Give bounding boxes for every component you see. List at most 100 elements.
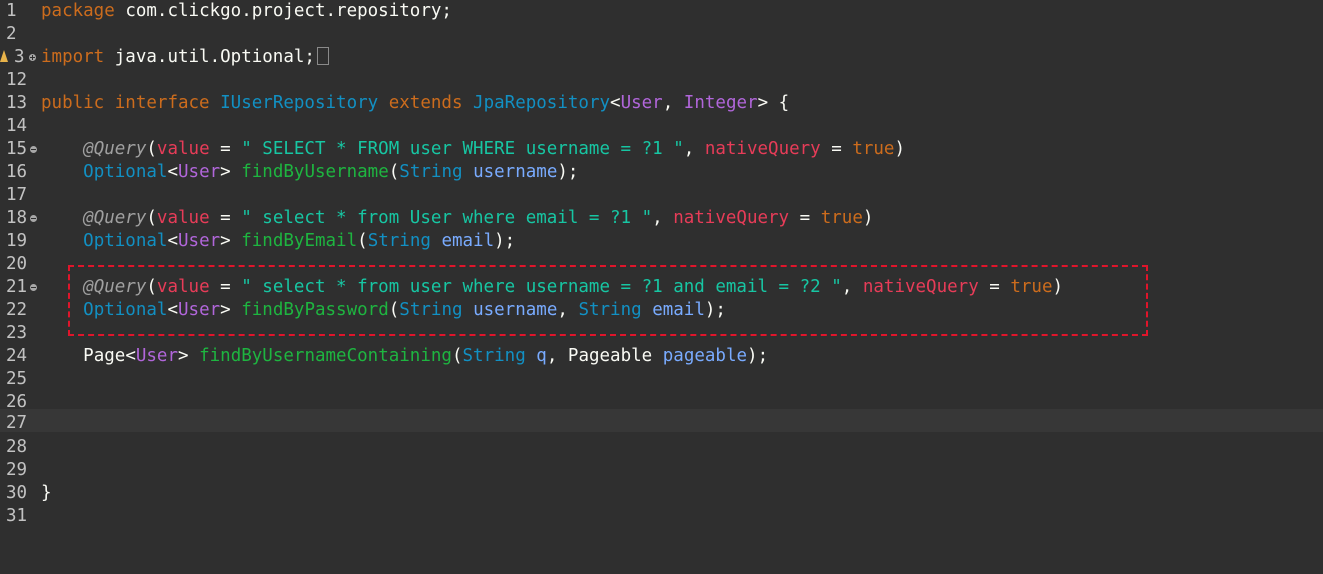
code-line-17[interactable]: 17 [0, 184, 1323, 207]
boolean-literal: true [820, 208, 863, 228]
line-number: 18 [6, 208, 28, 228]
line-number: 14 [6, 116, 28, 136]
code-line-26[interactable]: 26 [0, 391, 1323, 414]
code-line-29[interactable]: 29 [0, 459, 1323, 482]
annotation-attribute: value [156, 139, 210, 159]
gutter[interactable]: 22 [0, 299, 40, 322]
line-number: 31 [6, 506, 28, 526]
string-literal: " select * from User where email = ?1 " [241, 208, 653, 228]
gutter[interactable]: 18 [0, 207, 40, 230]
keyword: public [41, 93, 105, 113]
param-name: username [473, 162, 558, 182]
gutter[interactable]: 12 [0, 69, 40, 92]
closing-brace: } [41, 483, 52, 503]
highlight-annotation-box [68, 265, 1148, 336]
gutter[interactable]: 15 [0, 138, 40, 161]
keyword: extends [388, 93, 463, 113]
line-number: 15 [6, 139, 28, 159]
gutter[interactable]: 27 [0, 412, 40, 435]
gutter[interactable]: 31 [0, 505, 40, 528]
gutter[interactable]: 19 [0, 230, 40, 253]
code-line-19[interactable]: 19 Optional<User> findByEmail(String ema… [0, 230, 1323, 253]
gutter[interactable]: 26 [0, 391, 40, 414]
type-name: Optional [83, 162, 168, 182]
line-number: 24 [6, 346, 28, 366]
code-line-18[interactable]: 18 @Query(value = " select * from User w… [0, 207, 1323, 230]
annotation-attribute: nativeQuery [704, 139, 821, 159]
gutter[interactable]: 20 [0, 253, 40, 276]
line-number: 23 [6, 323, 28, 343]
line-number: 25 [6, 369, 28, 389]
keyword: import [41, 47, 105, 67]
gutter[interactable]: 3 [0, 46, 40, 69]
type-name: Pageable [567, 346, 653, 366]
type-name: User [178, 231, 221, 251]
code-line-3[interactable]: 3 import java.util.Optional; [0, 46, 1323, 69]
line-number: 22 [6, 300, 28, 320]
keyword: interface [114, 93, 210, 113]
gutter[interactable]: 24 [0, 345, 40, 368]
line-number: 16 [6, 162, 28, 182]
boolean-literal: true [852, 139, 895, 159]
code-line-1[interactable]: 1 package com.clickgo.project.repository… [0, 0, 1323, 23]
collapse-fold-icon[interactable] [30, 284, 37, 291]
line-number: 20 [6, 254, 28, 274]
annotation: @Query [83, 139, 147, 159]
line-number: 26 [6, 392, 28, 412]
collapse-fold-icon[interactable] [30, 146, 37, 153]
gutter[interactable]: 17 [0, 184, 40, 207]
code-line-12[interactable]: 12 [0, 69, 1323, 92]
method-name: findByUsername [241, 162, 389, 182]
line-number: 13 [6, 93, 28, 113]
line-number: 2 [6, 24, 17, 44]
gutter[interactable]: 16 [0, 161, 40, 184]
gutter[interactable]: 29 [0, 459, 40, 482]
annotation-attribute: nativeQuery [673, 208, 790, 228]
expand-fold-icon[interactable] [29, 54, 36, 61]
type-name: String [367, 231, 431, 251]
warning-icon[interactable] [0, 50, 8, 62]
line-number: 30 [6, 483, 28, 503]
collapse-fold-icon[interactable] [30, 215, 37, 222]
code-line-27[interactable]: 27 [0, 412, 1323, 435]
string-literal: " SELECT * FROM user WHERE username = ?1… [241, 139, 684, 159]
code-line-13[interactable]: 13 public interface IUserRepository exte… [0, 92, 1323, 115]
code-line-31[interactable]: 31 [0, 505, 1323, 528]
code-line-28[interactable]: 28 [0, 436, 1323, 459]
line-number: 27 [6, 413, 28, 433]
punct: ; [441, 1, 452, 21]
gutter[interactable]: 13 [0, 92, 40, 115]
keyword: package [41, 1, 115, 21]
gutter[interactable]: 2 [0, 23, 40, 46]
gutter[interactable]: 14 [0, 115, 40, 138]
gutter[interactable]: 28 [0, 436, 40, 459]
param-name: email [441, 231, 495, 251]
code-line-24[interactable]: 24 Page<User> findByUsernameContaining(S… [0, 345, 1323, 368]
code-line-2[interactable]: 2 [0, 23, 1323, 46]
code-line-15[interactable]: 15 @Query(value = " SELECT * FROM user W… [0, 138, 1323, 161]
type-name: User [178, 162, 221, 182]
param-name: q [536, 346, 547, 366]
gutter[interactable]: 25 [0, 368, 40, 391]
type-name: User [620, 93, 663, 113]
gutter[interactable]: 30 [0, 482, 40, 505]
type-name: String [462, 346, 526, 366]
package-name: com.clickgo.project.repository [125, 1, 442, 21]
annotation-attribute: value [156, 208, 210, 228]
gutter[interactable]: 1 [0, 0, 40, 23]
line-number: 21 [6, 277, 28, 297]
type-name: Integer [683, 93, 758, 113]
code-line-30[interactable]: 30 } [0, 482, 1323, 505]
gutter[interactable]: 21 [0, 276, 40, 299]
code-editor[interactable]: 1 package com.clickgo.project.repository… [0, 0, 1323, 539]
code-line-14[interactable]: 14 [0, 115, 1323, 138]
import-name: java.util.Optional [114, 47, 305, 67]
gutter[interactable]: 23 [0, 322, 40, 345]
folded-imports-marker-icon[interactable] [316, 47, 329, 65]
line-number: 17 [6, 185, 28, 205]
annotation: @Query [83, 208, 147, 228]
code-line-16[interactable]: 16 Optional<User> findByUsername(String … [0, 161, 1323, 184]
line-number: 28 [6, 437, 28, 457]
code-line-25[interactable]: 25 [0, 368, 1323, 391]
method-name: findByEmail [241, 231, 358, 251]
